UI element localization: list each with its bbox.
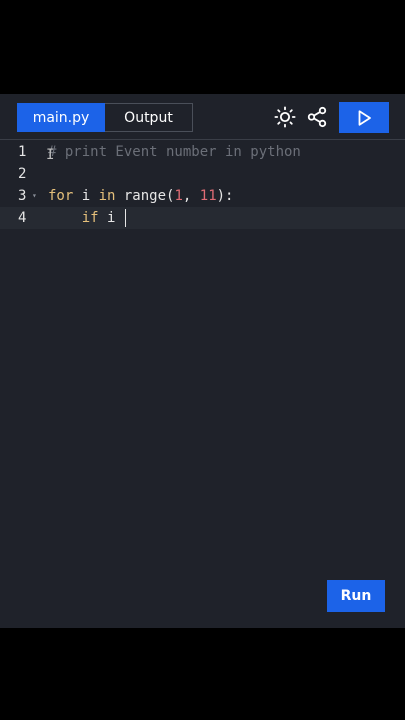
code-comment: # print Event number in python	[48, 144, 301, 160]
run-play-button[interactable]	[339, 102, 389, 133]
share-icon[interactable]	[305, 105, 329, 129]
code-line-active: 4 if i	[0, 207, 405, 229]
toolbar: main.py Output	[0, 94, 405, 140]
line-number: 4	[18, 210, 27, 226]
play-icon	[358, 109, 371, 126]
code-text: if i	[81, 209, 126, 227]
fold-chevron-icon[interactable]: ▾	[32, 185, 37, 207]
tab-output[interactable]: Output	[105, 103, 193, 132]
caret	[124, 209, 126, 227]
code-line: 2	[0, 163, 405, 185]
code-editor[interactable]: 1 # print Event number in python I 2 3 ▾…	[0, 140, 405, 628]
run-button[interactable]: Run	[327, 580, 385, 612]
sun-icon[interactable]	[273, 105, 297, 129]
code-line: 3 ▾ for i in range(1, 11):	[0, 185, 405, 207]
line-number: 3	[18, 188, 27, 204]
tab-main-py[interactable]: main.py	[17, 103, 105, 132]
line-number: 2	[18, 166, 27, 182]
line-number: 1	[18, 144, 27, 160]
code-text: for i in range(1, 11):	[48, 188, 234, 204]
compiler-app: main.py Output 1 # print Event number in…	[0, 94, 405, 628]
code-line: 1 # print Event number in python I	[0, 141, 405, 163]
